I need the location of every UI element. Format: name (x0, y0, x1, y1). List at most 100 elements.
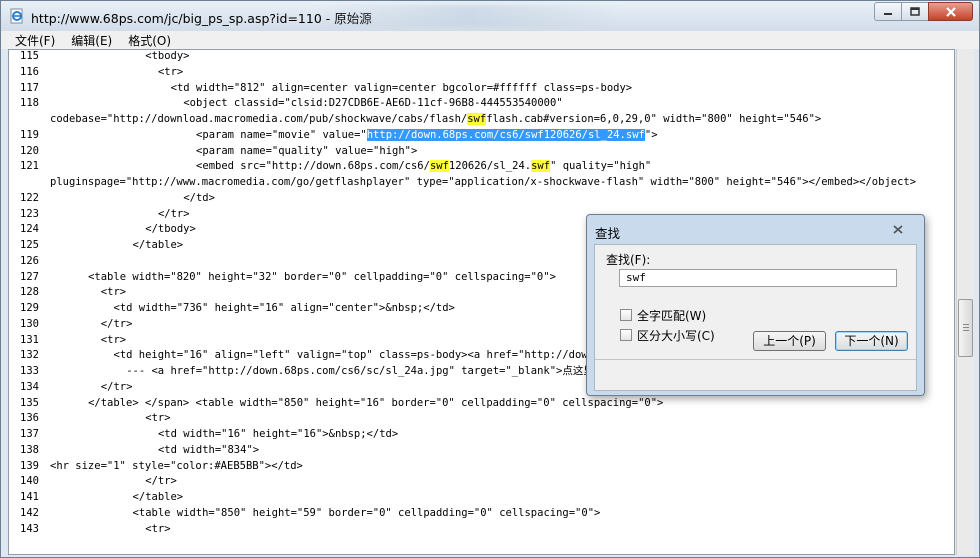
source-line: pluginspage="http://www.macromedia.com/g… (9, 174, 954, 190)
title-blur (319, 5, 619, 27)
code-text: <tr> (100, 286, 127, 299)
code-text: <hr size="1" style="color:#AEB5BB"></td> (50, 459, 303, 472)
line-number: 125 (20, 239, 39, 251)
source-line: 121 <embed src="http://down.68ps.com/cs6/… (9, 158, 954, 174)
line-text: </tr> (158, 206, 190, 222)
source-line: 138 <td width="834"> (9, 442, 954, 458)
source-line: 116 <tr> (9, 64, 954, 80)
ie-page-icon (10, 8, 23, 24)
menu-bar: 文件(F) 编辑(E) 格式(O) (1, 31, 979, 49)
match-case-checkbox[interactable] (620, 329, 632, 341)
menu-edit[interactable]: 编辑(E) (71, 32, 112, 49)
code-text: <td height="16" align="left" valign="top… (113, 349, 626, 362)
code-text: <td width="812" align=center valign=cent… (170, 81, 633, 94)
source-line: 117 <td width="812" align=center valign=c… (9, 80, 954, 96)
minimize-button[interactable] (874, 2, 902, 21)
line-text: <td width="736" height="16" align="cente… (114, 300, 455, 316)
whole-word-checkbox[interactable] (620, 309, 632, 321)
source-line: 137 <td width="16" height="16">&nbsp;</td… (9, 426, 954, 442)
title-bar[interactable]: http://www.68ps.com/jc/big_ps_sp.asp?id=… (1, 1, 979, 31)
find-label: 查找(F): (606, 253, 651, 267)
scrollbar-thumb[interactable] (958, 299, 973, 357)
line-text: <td width="16" height="16">&nbsp;</td> (158, 426, 398, 442)
source-line: 141 </table> (9, 489, 954, 505)
menu-file[interactable]: 文件(F) (15, 32, 55, 49)
dialog-divider (595, 359, 916, 360)
line-text: pluginspage="http://www.macromedia.com/g… (50, 174, 916, 190)
line-number: 140 (20, 475, 39, 488)
code-text: <table width="820" height="32" border="0… (88, 270, 556, 283)
match-case-option[interactable]: 区分大小写(C) (620, 327, 715, 343)
line-text: --- <a href="http://down.68ps.com/cs6/sc… (126, 363, 615, 379)
maximize-icon (910, 7, 920, 16)
source-line: 143 <tr> (9, 521, 954, 537)
close-button[interactable] (928, 2, 973, 21)
code-text: </tr> (157, 207, 190, 220)
search-match: swf (531, 160, 551, 173)
close-icon (945, 6, 956, 17)
menu-format[interactable]: 格式(O) (128, 32, 171, 49)
line-text: <table width="850" height="59" border="0… (133, 505, 601, 521)
whole-word-option[interactable]: 全字匹配(W) (620, 307, 706, 323)
line-text: </tbody> (145, 221, 196, 237)
code-text: </tr> (100, 380, 133, 393)
line-number: 126 (20, 254, 39, 267)
line-number: 124 (20, 223, 39, 236)
code-text: <param name="quality" value="high"> (196, 144, 418, 157)
line-number: 136 (20, 412, 39, 425)
source-line: 120 <param name="quality" value="high"> (9, 143, 954, 159)
match-case-label: 区分大小写(C) (637, 328, 715, 343)
line-number: 127 (20, 270, 39, 283)
line-number: 138 (20, 443, 39, 456)
code-text: </td> (183, 191, 215, 204)
code-text: --- <a href="http://down.68ps.com/cs6/sc… (126, 365, 615, 377)
source-line: 119 <param name="movie" value="http://dow… (9, 127, 954, 143)
line-number: 137 (20, 428, 39, 440)
line-text: <table width="820" height="32" border="0… (88, 269, 556, 285)
line-number: 143 (20, 522, 39, 535)
line-number: 130 (20, 317, 39, 330)
find-dialog-title: 查找 (595, 226, 621, 241)
code-text: </tr> (145, 475, 177, 488)
find-input[interactable]: swf (619, 269, 897, 287)
find-next-button[interactable]: 下一个(N) (835, 331, 908, 351)
view-source-window: http://www.68ps.com/jc/big_ps_sp.asp?id=… (0, 0, 980, 558)
line-text: <tr> (101, 332, 126, 348)
code-text: <td width="736" height="16" align="cente… (113, 302, 455, 314)
line-number: 135 (20, 396, 39, 409)
source-line: 142 <table width="850" height="59" border… (9, 505, 954, 521)
line-text: <tr> (101, 284, 126, 300)
vertical-scrollbar[interactable] (956, 49, 974, 555)
code-text: " quality="high" (550, 160, 652, 173)
line-text: <embed src="http://down.68ps.com/cs6/swf… (196, 158, 651, 174)
code-text: <table width="850" height="59" border="0… (132, 506, 601, 519)
line-number: 123 (20, 207, 39, 220)
line-text: <hr size="1" style="color:#AEB5BB"></td> (50, 458, 303, 474)
line-text: </tr> (101, 316, 133, 332)
find-previous-button[interactable]: 上一个(P) (753, 331, 826, 351)
line-number: 141 (20, 491, 39, 503)
source-line: 136 <tr> (9, 410, 954, 426)
line-number: 116 (20, 65, 39, 78)
selected-text: http://down.68ps.com/cs6/swf120626/sl_24… (366, 128, 645, 141)
code-text: <td width="16" height="16">&nbsp;</td> (157, 428, 399, 440)
line-text: <param name="quality" value="high"> (196, 143, 417, 159)
whole-word-label: 全字匹配(W) (637, 308, 707, 323)
line-text: <object classid="clsid:D27CDB6E-AE6D-11c… (183, 95, 562, 111)
line-number: 117 (20, 81, 39, 94)
source-line: 122 </td> (9, 190, 954, 206)
maximize-button[interactable] (901, 2, 929, 21)
line-text: codebase="http://download.macromedia.com… (50, 111, 821, 127)
line-text: </table> </span> <table width="850" heig… (88, 395, 663, 411)
line-text: </tr> (145, 473, 177, 489)
code-text: flash.cab#version=6,0,29,0" width="800" … (486, 113, 822, 125)
line-text: <td width="834"> (158, 442, 259, 458)
line-number: 120 (20, 144, 39, 157)
caption-buttons (874, 2, 973, 22)
code-text: "> (644, 128, 658, 141)
find-dialog: 查找 查找(F): swf 全字匹配(W) 区分大小写(C) 上一个(P) 下一… (586, 214, 925, 396)
code-text: codebase="http://download.macromedia.com… (50, 113, 468, 125)
line-text: <param name="movie" value="http://down.6… (196, 127, 658, 143)
find-dialog-close-button[interactable] (883, 221, 913, 237)
line-text: <td height="16" align="left" valign="top… (114, 347, 626, 363)
